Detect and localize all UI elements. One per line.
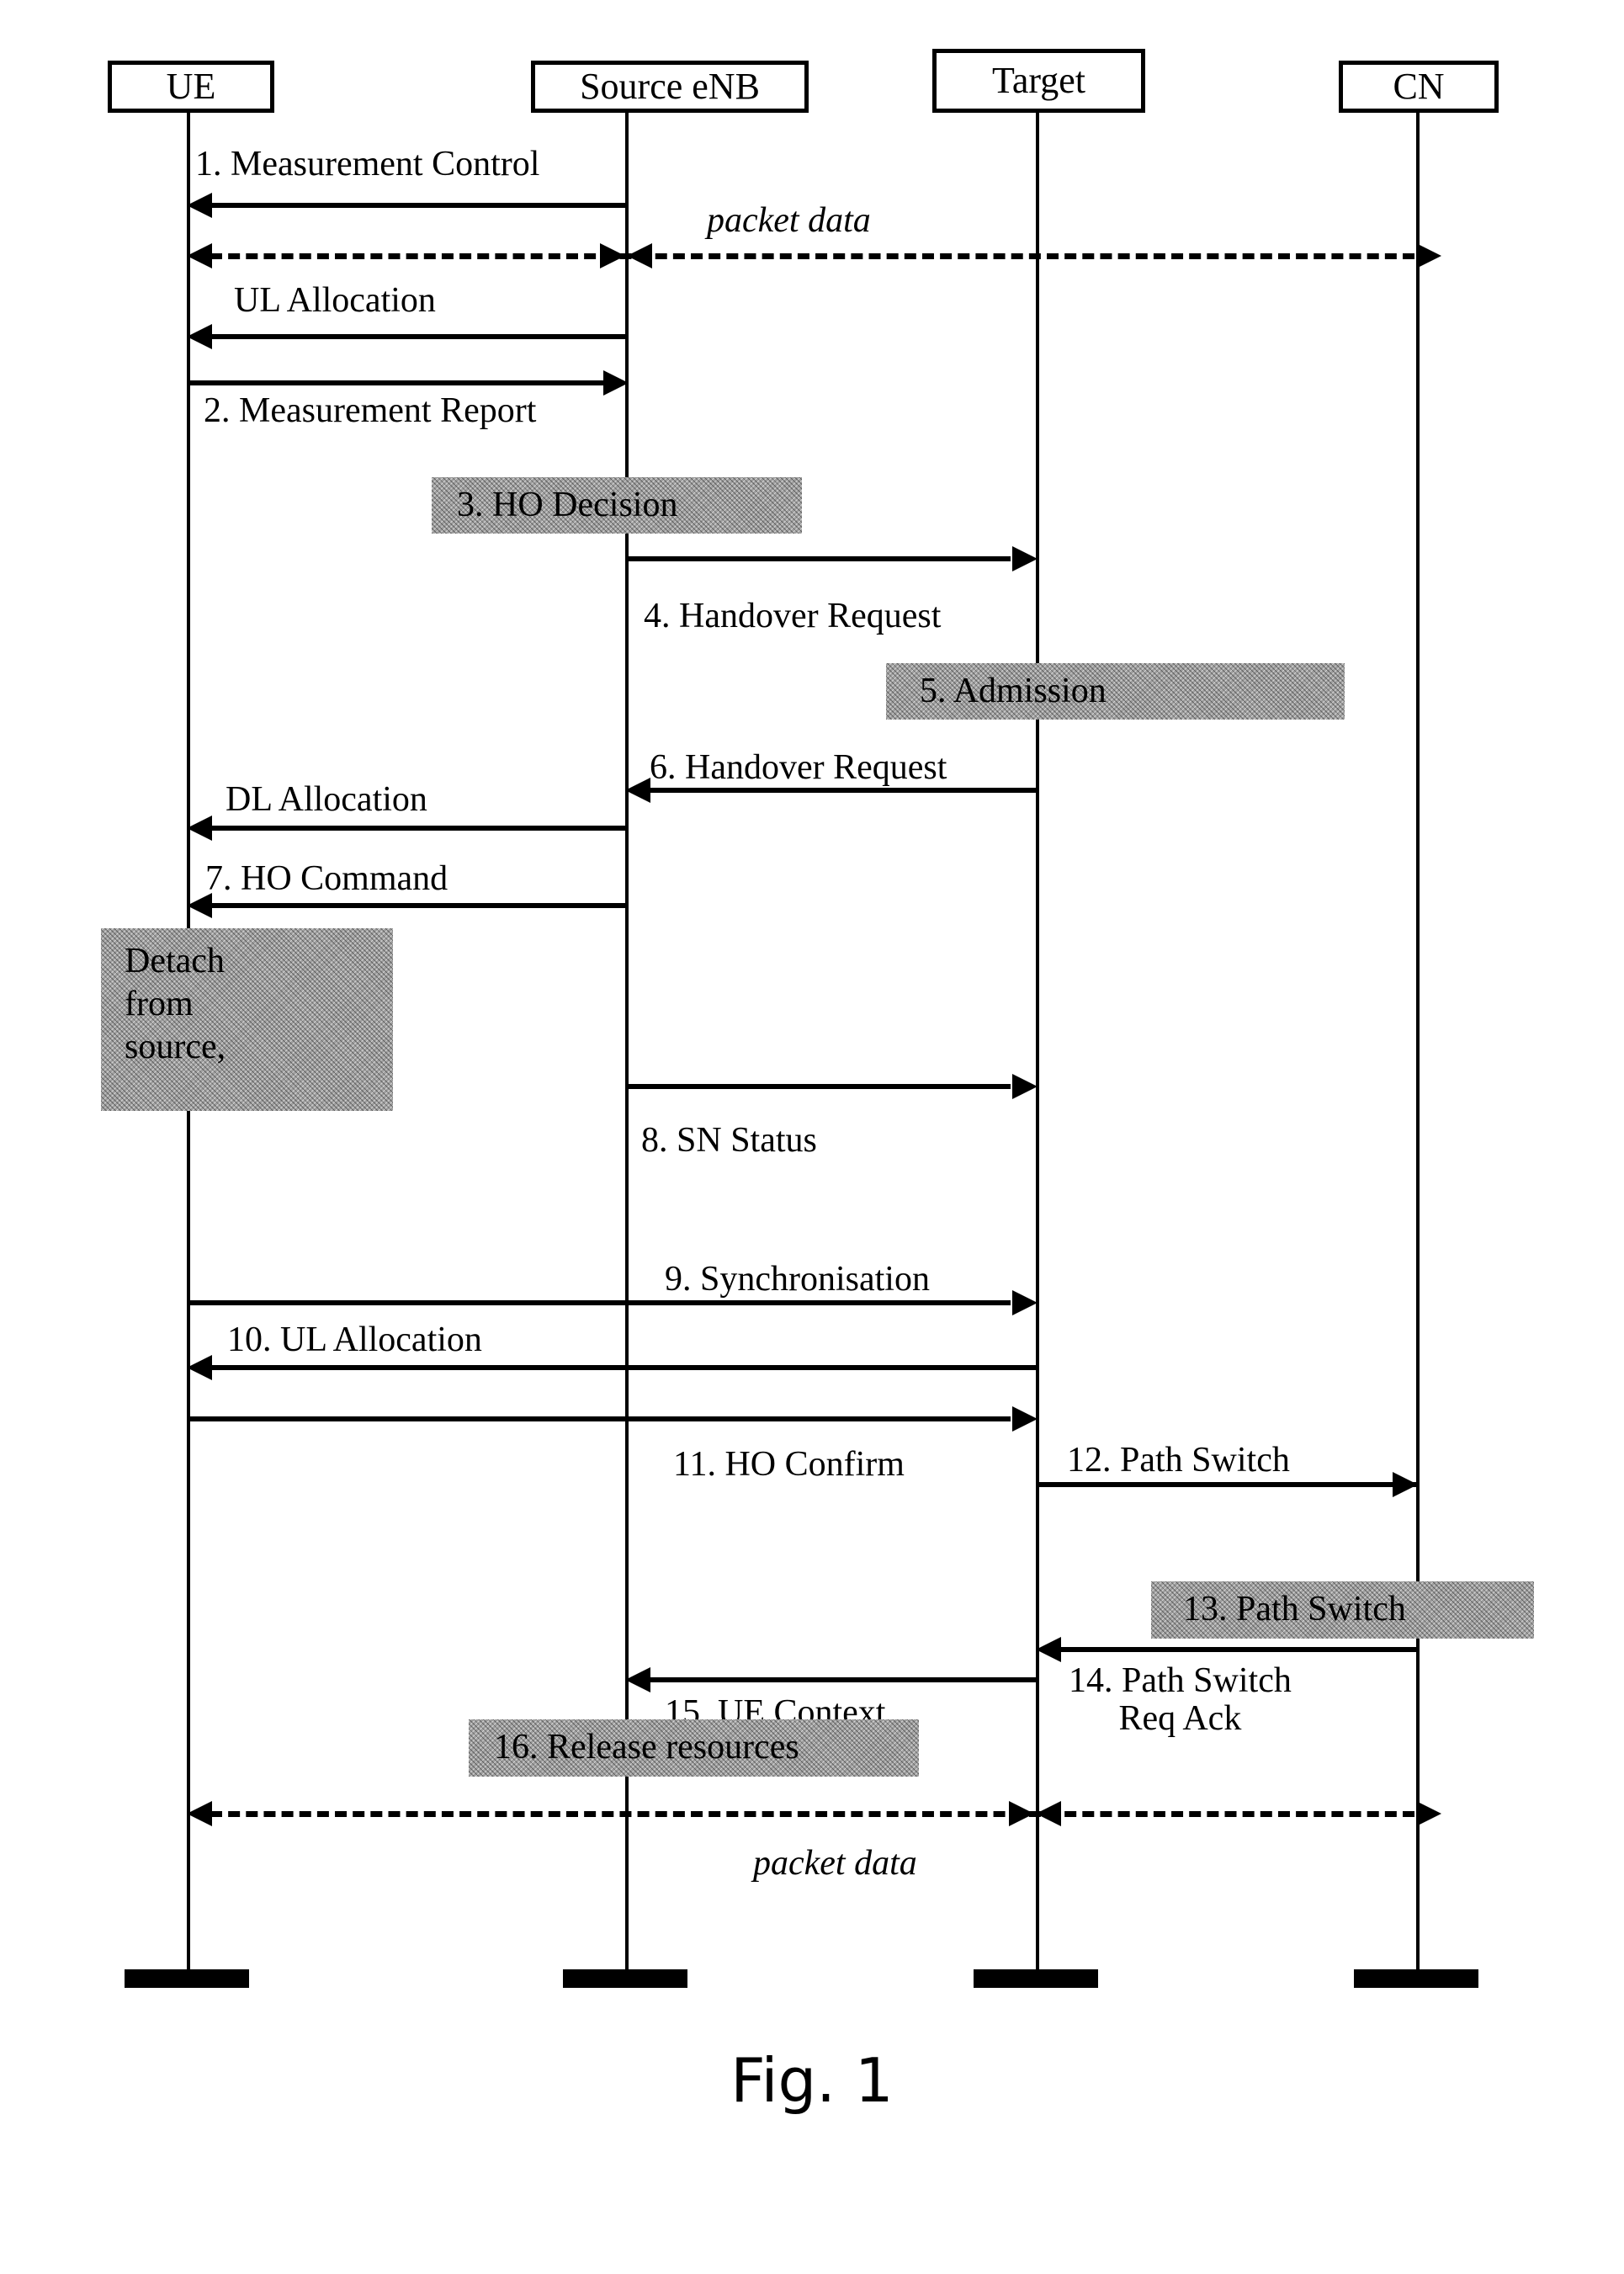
message-line-11-ho-confirm [187, 1416, 1011, 1421]
message-arrowhead-packet-data-top-right [1416, 243, 1441, 268]
actor-box-ue[interactable]: UE [108, 61, 274, 113]
message-label-packet-data-bottom: packet data [753, 1844, 917, 1883]
lifeline-foot-ue [125, 1969, 249, 1988]
message-line-9-synchronisation [187, 1300, 1011, 1305]
message-arrowhead-ul-allocation [187, 324, 212, 349]
lifeline-target [1036, 111, 1039, 1988]
actor-label-source-enb: Source eNB [580, 66, 760, 107]
process-label-13-path-switch: 13. Path Switch [1183, 1590, 1406, 1629]
process-box-13-path-switch: 13. Path Switch [1151, 1581, 1534, 1639]
process-label-16-release-resources: 16. Release resources [494, 1728, 799, 1767]
actor-box-target[interactable]: Target [932, 49, 1145, 113]
message-line-10-ul-allocation [209, 1365, 1036, 1370]
message-label-4-handover-request: 4. Handover Request [644, 597, 942, 635]
message-line-6-handover-request [647, 788, 1036, 793]
lifeline-foot-target [974, 1969, 1098, 1988]
message-arrowhead-packet-data-bottom-right [1416, 1801, 1441, 1826]
process-box-5-admission: 5. Admission [886, 663, 1345, 720]
message-line-14-path-switch-req-ack [1058, 1647, 1416, 1652]
message-arrowhead-10-ul-allocation [187, 1355, 212, 1380]
message-arrowhead-6-handover-request [625, 778, 650, 803]
message-arrowhead-packet-data-bottom-mid-right [1009, 1801, 1034, 1826]
message-label-2-measurement-report: 2. Measurement Report [204, 391, 537, 430]
actor-label-ue: UE [166, 66, 216, 107]
message-arrowhead-packet-data-top-left [187, 243, 212, 268]
process-box-3-ho-decision: 3. HO Decision [432, 477, 802, 534]
message-arrowhead-14-path-switch-req-ack [1036, 1637, 1061, 1662]
process-label-5-admission: 5. Admission [920, 671, 1107, 710]
lifeline-cn [1416, 111, 1420, 1988]
message-arrowhead-11-ho-confirm [1012, 1406, 1038, 1432]
message-arrowhead-packet-data-top-mid-left [627, 243, 652, 268]
message-label-ul-allocation: UL Allocation [234, 281, 436, 320]
sequence-diagram-canvas: UE Source eNB Target CN 1. Measurement C… [0, 0, 1624, 2274]
message-arrowhead-1-measurement-control [187, 193, 212, 218]
message-arrowhead-12-path-switch [1393, 1472, 1418, 1497]
message-label-7-ho-command: 7. HO Command [205, 859, 448, 898]
message-arrowhead-dl-allocation [187, 816, 212, 841]
message-line-packet-data-top [210, 253, 1414, 259]
actor-label-target: Target [992, 60, 1085, 101]
lifeline-foot-senb [563, 1969, 687, 1988]
message-arrowhead-packet-data-bottom-mid-left [1036, 1801, 1061, 1826]
message-line-packet-data-bottom [210, 1811, 1414, 1817]
message-label-9-synchronisation: 9. Synchronisation [665, 1260, 930, 1299]
message-arrowhead-7-ho-command [187, 893, 212, 918]
message-label-14-path-switch-req-ack: 14. Path Switch Req Ack [1069, 1661, 1292, 1739]
message-arrowhead-4-handover-request [1012, 546, 1038, 571]
message-line-15-ue-context [647, 1677, 1036, 1682]
message-line-1-measurement-control [209, 203, 627, 208]
message-line-2-measurement-report [187, 380, 605, 385]
process-label-detach-from-source: Detach from source, [125, 942, 226, 1067]
actor-box-source-enb[interactable]: Source eNB [531, 61, 809, 113]
actor-label-cn: CN [1393, 66, 1445, 107]
message-arrowhead-2-measurement-report [603, 370, 629, 396]
message-line-7-ho-command [209, 903, 627, 908]
actor-box-cn[interactable]: CN [1339, 61, 1499, 113]
process-box-detach-from-source: Detach from source, [101, 928, 393, 1111]
message-label-packet-data-top: packet data [707, 201, 871, 240]
message-label-12-path-switch: 12. Path Switch [1067, 1441, 1290, 1480]
message-line-12-path-switch [1036, 1482, 1416, 1487]
process-box-16-release-resources: 16. Release resources [469, 1719, 919, 1777]
message-label-dl-allocation: DL Allocation [226, 780, 427, 819]
message-arrowhead-15-ue-context [625, 1667, 650, 1692]
message-arrowhead-packet-data-bottom-left [187, 1801, 212, 1826]
message-line-dl-allocation [209, 826, 627, 831]
message-label-1-measurement-control: 1. Measurement Control [195, 145, 540, 183]
message-arrowhead-packet-data-top-mid-right [600, 243, 625, 268]
message-label-8-sn-status: 8. SN Status [641, 1121, 817, 1160]
message-line-ul-allocation [209, 334, 627, 339]
process-label-3-ho-decision: 3. HO Decision [457, 485, 678, 524]
message-label-11-ho-confirm: 11. HO Confirm [673, 1445, 905, 1484]
message-line-4-handover-request [625, 556, 1011, 561]
message-arrowhead-8-sn-status [1012, 1074, 1038, 1099]
message-line-8-sn-status [625, 1084, 1011, 1089]
message-label-6-handover-request: 6. Handover Request [650, 748, 947, 787]
message-label-10-ul-allocation: 10. UL Allocation [227, 1320, 482, 1359]
lifeline-foot-cn [1354, 1969, 1478, 1988]
figure-caption: Fig. 1 [730, 2045, 894, 2116]
message-arrowhead-9-synchronisation [1012, 1290, 1038, 1315]
